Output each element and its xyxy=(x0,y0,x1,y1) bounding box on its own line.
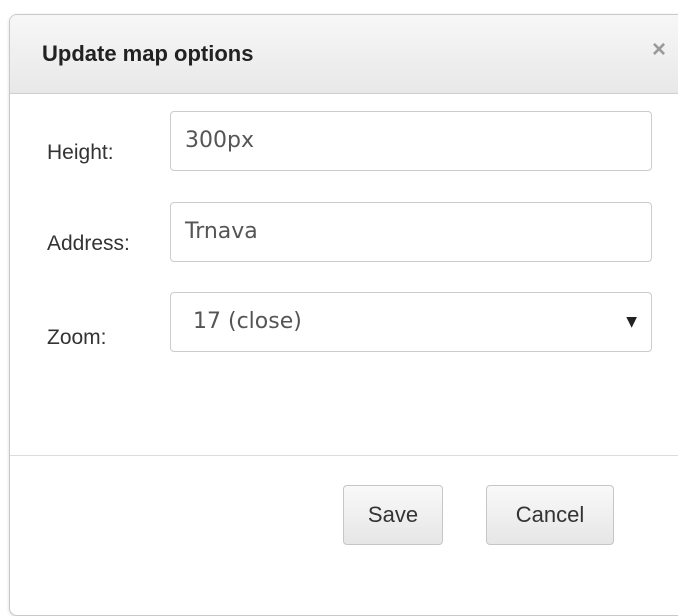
zoom-select-value: 17 (close) xyxy=(193,309,302,334)
footer-divider xyxy=(10,455,678,456)
cancel-button[interactable]: Cancel xyxy=(486,485,614,545)
update-map-options-dialog: Update map options × Height: 300px Addre… xyxy=(9,14,678,616)
address-label: Address: xyxy=(47,232,130,255)
close-icon[interactable]: × xyxy=(646,37,672,63)
chevron-down-icon: ▼ xyxy=(626,314,637,330)
height-label: Height: xyxy=(47,141,114,164)
save-button[interactable]: Save xyxy=(343,485,443,545)
address-input[interactable]: Trnava xyxy=(170,202,652,262)
dialog-title: Update map options xyxy=(42,41,254,66)
height-input[interactable]: 300px xyxy=(170,111,652,171)
dialog-header: Update map options × xyxy=(10,15,678,94)
zoom-label: Zoom: xyxy=(47,326,107,349)
zoom-select[interactable]: 17 (close) ▼ xyxy=(170,292,652,352)
